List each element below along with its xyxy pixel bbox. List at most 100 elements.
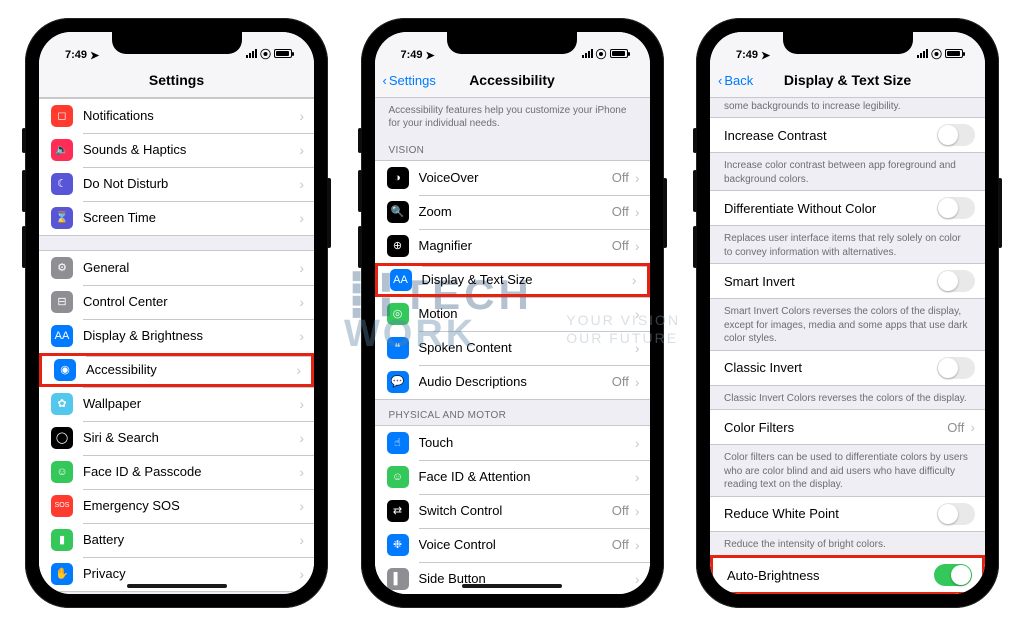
chevron-right-icon: › [635,306,640,322]
back-button[interactable]: ‹ Back [718,64,753,97]
switch-control-icon: ⇄ [387,500,409,522]
location-icon: ➤ [90,49,99,62]
row-increase-contrast[interactable]: Increase Contrast [710,118,985,152]
chevron-right-icon: › [635,340,640,356]
row-label: Face ID & Attention [419,469,633,484]
row-control-center[interactable]: ⊟ Control Center › [39,285,314,319]
notch [783,32,913,54]
back-label: Back [724,73,753,88]
accessibility-content[interactable]: Accessibility features help you customiz… [375,98,650,594]
phone-frame-2: 7:49 ➤ ⦿ ‹ Settings Accessibility Access… [361,18,664,608]
chevron-right-icon: › [299,328,304,344]
accessibility-icon: ◉ [54,359,76,381]
row-sounds-haptics[interactable]: 🔈 Sounds & Haptics › [39,133,314,167]
wifi-icon: ⦿ [596,46,607,62]
control-center-icon: ⊟ [51,291,73,313]
row-label: Classic Invert [722,360,937,375]
chevron-right-icon: › [635,537,640,553]
wifi-icon: ⦿ [260,46,271,62]
voiceover-icon: ◑ [387,167,409,189]
settings-content[interactable]: ◻︎ Notifications › 🔈 Sounds & Haptics › … [39,98,314,594]
increase-contrast-toggle[interactable] [937,124,975,146]
row-label: Control Center [83,294,297,309]
row-differentiate-without-color[interactable]: Differentiate Without Color [710,191,985,225]
note-color-filters: Color filters can be used to differentia… [710,445,985,496]
row-zoom[interactable]: 🔍 Zoom Off › [375,195,650,229]
zoom-icon: 🔍 [387,201,409,223]
row-value: Off [947,420,964,435]
auto-brightness-toggle[interactable] [934,564,972,586]
chevron-right-icon: › [299,294,304,310]
reduce-white-point-toggle[interactable] [937,503,975,525]
chevron-right-icon: › [635,374,640,390]
note-top: some backgrounds to increase legibility. [710,98,985,118]
smart-invert-toggle[interactable] [937,270,975,292]
row-siri-search[interactable]: ◯ Siri & Search › [39,421,314,455]
row-label: Emergency SOS [83,498,297,513]
row-magnifier[interactable]: ⊕ Magnifier Off › [375,229,650,263]
screen-settings: 7:49 ➤ ⦿ Settings ◻︎ Notifications › 🔈 S… [39,32,314,594]
home-indicator[interactable] [127,584,227,588]
row-label: Switch Control [419,503,612,518]
row-emergency-sos[interactable]: SOS Emergency SOS › [39,489,314,523]
row-voice-control[interactable]: ❉ Voice Control Off › [375,528,650,562]
row-display-brightness[interactable]: AA Display & Brightness › [39,319,314,353]
back-button[interactable]: ‹ Settings [383,64,436,97]
row-smart-invert[interactable]: Smart Invert [710,264,985,298]
row-display-text-size[interactable]: AA Display & Text Size › [375,263,650,297]
note-reduce-white-point: Reduce the intensity of bright colors. [710,532,985,556]
classic-invert-toggle[interactable] [937,357,975,379]
row-notifications[interactable]: ◻︎ Notifications › [39,99,314,133]
privacy-icon: ✋ [51,563,73,585]
phone-frame-1: 7:49 ➤ ⦿ Settings ◻︎ Notifications › 🔈 S… [25,18,328,608]
row-label: Screen Time [83,210,297,225]
row-label: Voice Control [419,537,612,552]
emergency-sos-icon: SOS [51,495,73,517]
audio-descriptions-icon: 💬 [387,371,409,393]
row-do-not-disturb[interactable]: ☾ Do Not Disturb › [39,167,314,201]
row-battery[interactable]: ▮ Battery › [39,523,314,557]
note-differentiate-without-color: Replaces user interface items that rely … [710,226,985,263]
row-general[interactable]: ⚙︎ General › [39,251,314,285]
row-label: Audio Descriptions [419,374,612,389]
row-label: Privacy [83,566,297,581]
row-reduce-white-point[interactable]: Reduce White Point [710,497,985,531]
row-label: Color Filters [722,420,947,435]
row-color-filters[interactable]: Color Filters Off › [710,410,985,444]
row-label: Notifications [83,108,297,123]
home-indicator[interactable] [462,584,562,588]
row-face-id-passcode[interactable]: ☺︎ Face ID & Passcode › [39,455,314,489]
row-spoken-content[interactable]: ❝ Spoken Content › [375,331,650,365]
row-motion[interactable]: ◎ Motion › [375,297,650,331]
chevron-right-icon: › [299,498,304,514]
row-auto-brightness[interactable]: Auto-Brightness [713,558,982,592]
row-wallpaper[interactable]: ✿ Wallpaper › [39,387,314,421]
row-label: Accessibility [86,362,294,377]
do-not-disturb-icon: ☾ [51,173,73,195]
row-touch[interactable]: ☝︎ Touch › [375,426,650,460]
row-audio-descriptions[interactable]: 💬 Audio Descriptions Off › [375,365,650,399]
row-accessibility[interactable]: ◉ Accessibility › [39,353,314,387]
chevron-right-icon: › [296,362,301,378]
status-time: 7:49 [65,49,87,61]
chevron-right-icon: › [299,430,304,446]
differentiate-without-color-toggle[interactable] [937,197,975,219]
row-switch-control[interactable]: ⇄ Switch Control Off › [375,494,650,528]
display-text-content[interactable]: some backgrounds to increase legibility.… [710,98,985,594]
display-brightness-icon: AA [51,325,73,347]
row-value: Off [612,537,629,552]
notifications-icon: ◻︎ [51,105,73,127]
chevron-right-icon: › [635,571,640,587]
row-face-id-attention[interactable]: ☺︎ Face ID & Attention › [375,460,650,494]
row-screen-time[interactable]: ⌛ Screen Time › [39,201,314,235]
row-side-button[interactable]: ▌ Side Button › [375,562,650,594]
chevron-right-icon: › [635,469,640,485]
row-label: Display & Brightness [83,328,297,343]
row-label: Motion [419,306,633,321]
row-voiceover[interactable]: ◑ VoiceOver Off › [375,161,650,195]
chevron-left-icon: ‹ [383,73,387,88]
row-classic-invert[interactable]: Classic Invert [710,351,985,385]
note-increase-contrast: Increase color contrast between app fore… [710,153,985,190]
chevron-left-icon: ‹ [718,73,722,88]
navbar-accessibility: ‹ Settings Accessibility [375,64,650,98]
